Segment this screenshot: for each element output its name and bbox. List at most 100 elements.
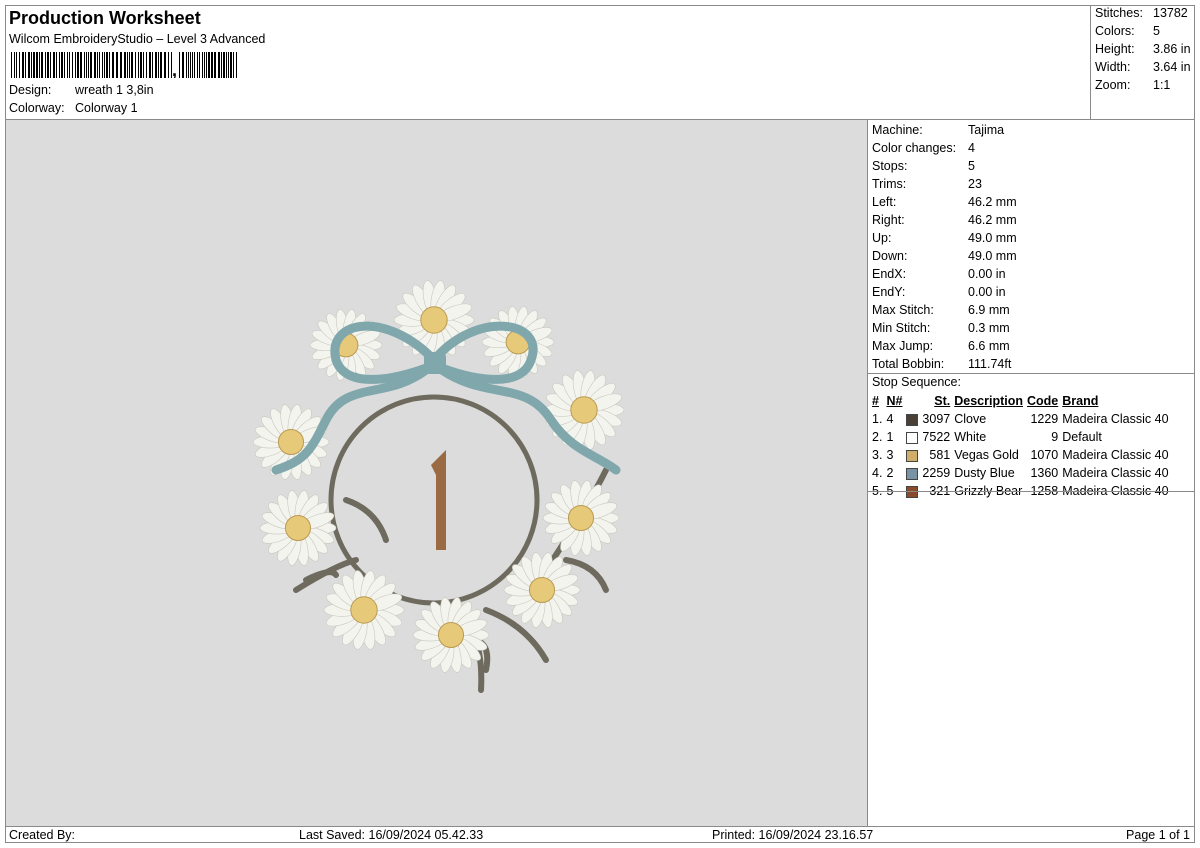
machine-info-label: Right: — [872, 213, 905, 227]
barcode-bar — [109, 52, 110, 78]
stat-label: Colors: — [1095, 24, 1135, 38]
thread-number: 581 — [929, 448, 951, 462]
barcode-bar — [168, 52, 169, 78]
page-title: Production Worksheet — [9, 8, 201, 28]
barcode-bar — [218, 52, 220, 78]
barcode-bar — [155, 52, 157, 78]
daisy-flower — [481, 306, 555, 378]
daisy-flower — [542, 480, 620, 556]
worksheet-frame: Production Worksheet Wilcom EmbroiderySt… — [5, 5, 1195, 843]
color-swatch-cell — [904, 410, 920, 428]
seq-index: 3. — [872, 448, 883, 462]
needle-number: 1 — [886, 430, 894, 444]
barcode-bar — [61, 52, 63, 78]
barcode-bar — [53, 52, 55, 78]
barcode-bar — [208, 52, 210, 78]
machine-info-label: Down: — [872, 249, 908, 263]
barcode-bar — [206, 52, 207, 78]
barcode-bar — [97, 52, 98, 78]
worksheet-header: Production Worksheet Wilcom EmbroiderySt… — [6, 6, 1092, 119]
barcode-bar — [149, 52, 151, 78]
daisy-flower — [259, 490, 337, 566]
barcode-bar — [146, 52, 147, 78]
colorway-label: Colorway: — [9, 101, 65, 115]
machine-info-value: 46.2 mm — [968, 213, 1017, 227]
barcode-bar — [19, 52, 20, 78]
barcode-bar — [59, 52, 60, 78]
barcode-bar — [228, 52, 229, 78]
machine-info-label: Color changes: — [872, 141, 957, 155]
barcode-bar — [230, 52, 232, 78]
needle-number: 4 — [886, 412, 894, 426]
barcode-bar — [41, 52, 43, 78]
design-stats-panel: Stitches: 13782 Colors: 5 Height: 3.86 in W… — [1090, 6, 1194, 119]
machine-info-label: EndY: — [872, 285, 906, 299]
barcode-bar — [80, 52, 82, 78]
color-swatch-cell — [904, 428, 920, 446]
machine-info-label: Up: — [872, 231, 892, 245]
barcode-bar — [99, 52, 100, 78]
stat-width: Width: 3.64 in — [1095, 60, 1191, 74]
machine-info-label: Left: — [872, 195, 897, 209]
barcode-bar — [39, 52, 40, 78]
thread-description: White — [954, 430, 987, 444]
barcode-bar — [25, 52, 26, 78]
printed-date: Printed: 16/09/2024 23.16.57 — [712, 828, 874, 842]
barcode-bar — [129, 52, 130, 78]
barcode-bar — [33, 52, 35, 78]
thread-brand: Madeira Classic 40 — [1062, 412, 1169, 426]
thread-description: Clove — [954, 412, 987, 426]
barcode-bar — [45, 52, 46, 78]
stat-height: Height: 3.86 in — [1095, 42, 1191, 56]
needle-number: 3 — [886, 448, 894, 462]
barcode-bar — [94, 52, 96, 78]
stat-value: 1:1 — [1153, 78, 1171, 92]
machine-info-row: Color changes: 4 — [872, 141, 975, 159]
barcode-bar — [190, 52, 191, 78]
thread-number: 7522 — [922, 430, 951, 444]
machine-info-label: Max Stitch: — [872, 303, 934, 317]
machine-info-row: Trims: 23 — [872, 177, 982, 195]
thread-code: 1360 — [1030, 466, 1059, 480]
barcode-bar — [72, 52, 73, 78]
machine-info-row: Left: 46.2 mm — [872, 195, 1017, 213]
thread-brand: Madeira Classic 40 — [1062, 448, 1169, 462]
barcode-bar — [223, 52, 225, 78]
stat-label: Height: — [1095, 42, 1135, 56]
color-swatch — [906, 413, 919, 426]
stat-value: 3.86 in — [1153, 42, 1191, 56]
barcode-bar — [104, 52, 105, 78]
barcode-bar — [233, 52, 234, 78]
seq-index: 2. — [872, 430, 883, 444]
machine-info-row: Max Stitch: 6.9 mm — [872, 303, 1010, 321]
barcode-bar — [31, 52, 32, 78]
worksheet-footer: Created By: Last Saved: 16/09/2024 05.42… — [6, 826, 1194, 843]
color-swatch — [906, 431, 919, 444]
barcode-bar — [67, 52, 68, 78]
thread-code: 1229 — [1030, 412, 1059, 426]
divider — [868, 373, 1194, 374]
barcode-bar — [152, 52, 153, 78]
design-label: Design: — [9, 83, 52, 97]
machine-info-value: 0.00 in — [968, 267, 1006, 281]
barcode-bar — [226, 52, 227, 78]
stat-zoom: Zoom: 1:1 — [1095, 78, 1170, 92]
design-value: wreath 1 3,8in — [75, 83, 154, 97]
barcode-bar — [192, 52, 193, 78]
barcode-bar — [22, 52, 24, 78]
ribbon-knot — [424, 352, 446, 374]
wreath-leaf — [343, 497, 389, 543]
machine-info-label: Machine: — [872, 123, 923, 137]
column-header: Description — [954, 394, 1023, 408]
daisy-flower — [323, 570, 405, 650]
stat-label: Width: — [1095, 60, 1131, 74]
stop-sequence-row: 1. 4 3097 Clove 1229 Madeira Classic 40 — [870, 410, 1171, 428]
column-header: Code — [1027, 394, 1059, 408]
barcode-bar — [14, 52, 15, 78]
machine-info-label: Max Jump: — [872, 339, 934, 353]
barcode-bar — [56, 52, 57, 78]
barcode-bar — [102, 52, 103, 78]
barcode-bar — [90, 52, 92, 78]
thread-code: 1070 — [1030, 448, 1059, 462]
machine-info-value: 23 — [968, 177, 982, 191]
